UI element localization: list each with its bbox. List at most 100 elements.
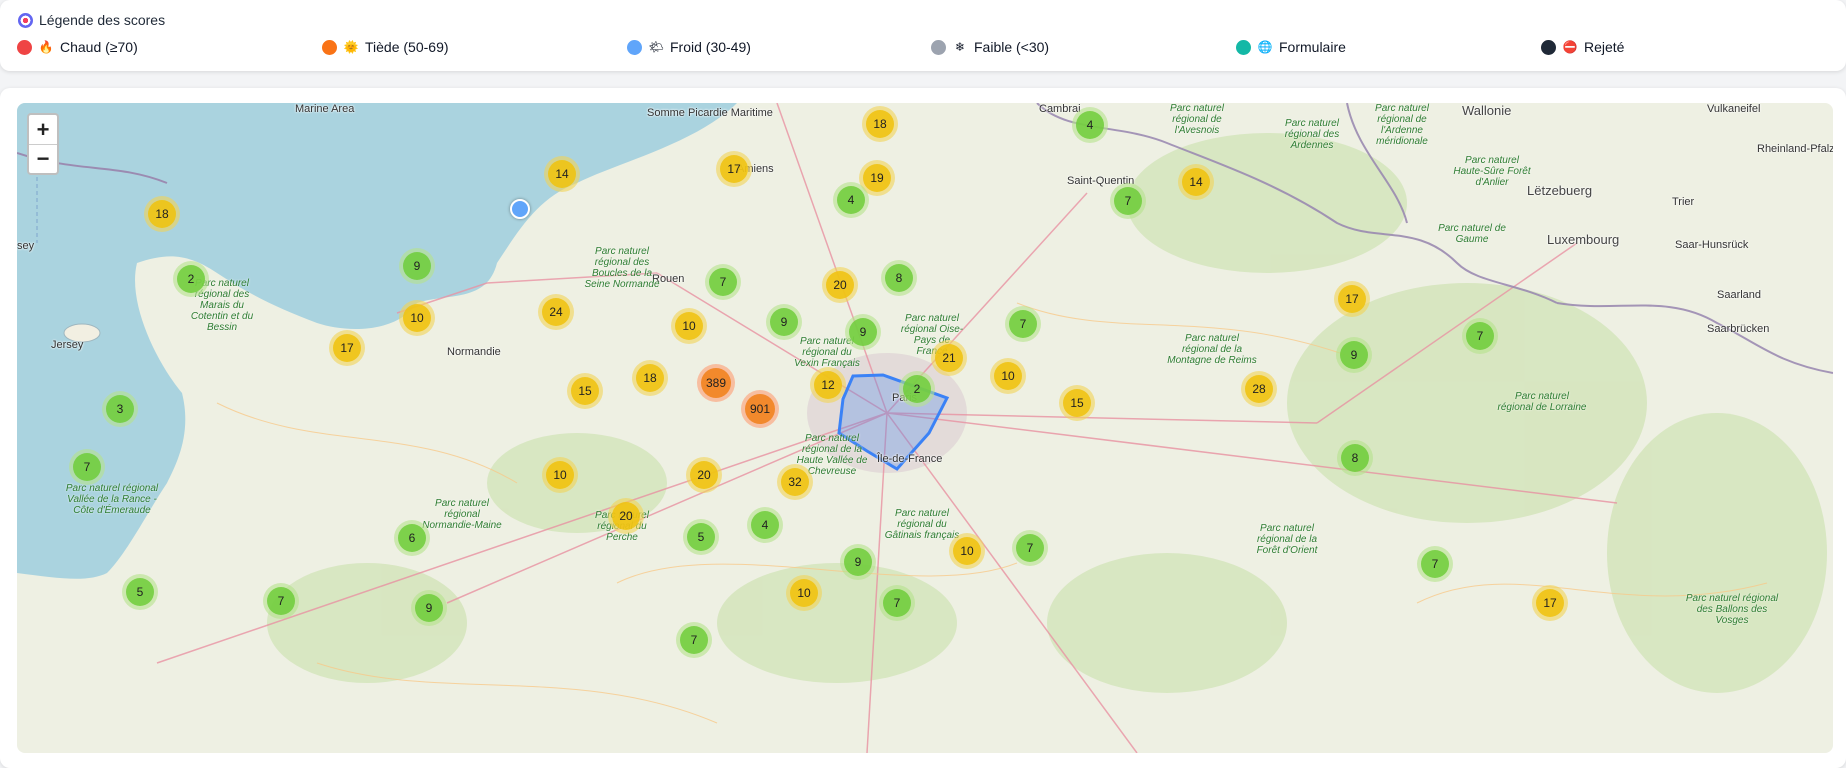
cluster-marker[interactable]: 7 xyxy=(69,449,105,485)
cluster-count: 28 xyxy=(1245,375,1273,403)
cluster-marker[interactable]: 15 xyxy=(567,373,603,409)
cluster-marker[interactable]: 7 xyxy=(1005,306,1041,342)
cluster-marker[interactable]: 389 xyxy=(697,364,735,402)
cluster-marker[interactable]: 28 xyxy=(1241,371,1277,407)
cluster-marker[interactable]: 7 xyxy=(879,585,915,621)
cluster-marker[interactable]: 9 xyxy=(840,544,876,580)
cluster-marker[interactable]: 7 xyxy=(1012,530,1048,566)
cluster-marker[interactable]: 2 xyxy=(173,261,209,297)
cluster-marker[interactable]: 7 xyxy=(1110,183,1146,219)
cluster-marker[interactable]: 14 xyxy=(1178,164,1214,200)
cluster-count: 18 xyxy=(866,110,894,138)
legend-card: Légende des scores 🔥 Chaud (≥70) 🌞 Tiède… xyxy=(0,0,1846,71)
target-icon xyxy=(18,12,33,28)
cluster-marker[interactable]: 17 xyxy=(1532,585,1568,621)
cluster-count: 15 xyxy=(571,377,599,405)
cluster-count: 7 xyxy=(1466,322,1494,350)
cluster-marker[interactable]: 2 xyxy=(899,371,935,407)
cluster-marker[interactable]: 9 xyxy=(399,248,435,284)
cluster-marker[interactable]: 10 xyxy=(399,300,435,336)
cluster-marker[interactable]: 5 xyxy=(122,574,158,610)
cluster-count: 17 xyxy=(1536,589,1564,617)
cluster-marker[interactable]: 7 xyxy=(1462,318,1498,354)
cluster-marker[interactable]: 7 xyxy=(1417,546,1453,582)
cluster-count: 32 xyxy=(781,468,809,496)
cluster-count: 7 xyxy=(73,453,101,481)
legend-label-form: Formulaire xyxy=(1279,39,1346,55)
cluster-marker[interactable]: 10 xyxy=(671,308,707,344)
cluster-count: 10 xyxy=(953,537,981,565)
place-label: Marine Area xyxy=(295,103,355,115)
cluster-count: 4 xyxy=(837,186,865,214)
cluster-count: 18 xyxy=(636,364,664,392)
cluster-marker[interactable]: 17 xyxy=(1334,281,1370,317)
park-label: Parc naturel régional Vallée de la Rance… xyxy=(65,483,159,516)
cluster-count: 6 xyxy=(398,524,426,552)
cluster-marker[interactable]: 4 xyxy=(747,507,783,543)
cluster-marker[interactable]: 3 xyxy=(102,391,138,427)
cluster-marker[interactable]: 9 xyxy=(845,314,881,350)
cluster-count: 7 xyxy=(1421,550,1449,578)
cluster-marker[interactable]: 7 xyxy=(676,622,712,658)
cluster-count: 10 xyxy=(675,312,703,340)
cluster-marker[interactable]: 20 xyxy=(608,498,644,534)
cluster-marker[interactable]: 7 xyxy=(705,264,741,300)
cluster-marker[interactable]: 32 xyxy=(777,464,813,500)
cluster-marker[interactable]: 9 xyxy=(1336,337,1372,373)
cluster-marker[interactable]: 7 xyxy=(263,583,299,619)
park-label: Parc naturel régional de Lorraine xyxy=(1497,391,1587,413)
cluster-marker[interactable]: 10 xyxy=(786,575,822,611)
cluster-marker[interactable]: 10 xyxy=(949,533,985,569)
form-dot xyxy=(1236,39,1251,55)
cluster-marker[interactable]: 8 xyxy=(1337,440,1373,476)
cluster-marker[interactable]: 9 xyxy=(411,590,447,626)
cluster-count: 20 xyxy=(612,502,640,530)
cluster-marker[interactable]: 6 xyxy=(394,520,430,556)
legend-label-low: Faible (<30) xyxy=(974,39,1050,55)
cluster-marker[interactable]: 18 xyxy=(862,106,898,142)
legend-label-cold: Froid (30-49) xyxy=(670,39,751,55)
cluster-marker[interactable]: 20 xyxy=(822,267,858,303)
zoom-in-button[interactable]: + xyxy=(29,115,57,144)
cluster-count: 14 xyxy=(1182,168,1210,196)
cluster-marker[interactable]: 8 xyxy=(881,260,917,296)
cluster-marker[interactable]: 17 xyxy=(329,330,365,366)
cluster-marker[interactable]: 12 xyxy=(810,367,846,403)
fire-icon: 🔥 xyxy=(38,40,54,54)
zoom-out-button[interactable]: − xyxy=(29,144,57,173)
park-label: Parc naturel régional de la Montagne de … xyxy=(1167,333,1257,366)
cluster-marker[interactable]: 21 xyxy=(931,340,967,376)
cluster-marker[interactable]: 4 xyxy=(1072,107,1108,143)
cluster-marker[interactable]: 18 xyxy=(632,360,668,396)
cluster-marker[interactable]: 9 xyxy=(766,304,802,340)
cluster-count: 10 xyxy=(403,304,431,332)
cluster-marker[interactable]: 10 xyxy=(990,358,1026,394)
cluster-count: 21 xyxy=(935,344,963,372)
cluster-marker[interactable]: 24 xyxy=(538,294,574,330)
cluster-marker[interactable]: 4 xyxy=(833,182,869,218)
place-label: Lëtzebuerg xyxy=(1527,183,1593,198)
map-canvas[interactable]: + − Marine Area Somme Picardie Maritime … xyxy=(17,103,1833,753)
cluster-count: 19 xyxy=(863,164,891,192)
lead-marker-cold[interactable] xyxy=(510,199,530,219)
cluster-count: 7 xyxy=(1016,534,1044,562)
cluster-marker[interactable]: 15 xyxy=(1059,385,1095,421)
cluster-count: 5 xyxy=(126,578,154,606)
rejected-dot xyxy=(1541,39,1556,55)
cluster-marker[interactable]: 901 xyxy=(741,390,779,428)
sun-cloud-icon: 🌤 xyxy=(648,40,664,54)
cluster-count: 3 xyxy=(106,395,134,423)
cluster-marker[interactable]: 5 xyxy=(683,519,719,555)
place-label: Jersey xyxy=(51,339,84,351)
place-label: Saar-Hunsrück xyxy=(1675,239,1749,251)
cluster-marker[interactable]: 14 xyxy=(544,156,580,192)
globe-icon: 🌐 xyxy=(1257,40,1273,54)
cluster-marker[interactable]: 10 xyxy=(542,457,578,493)
cluster-count: 12 xyxy=(814,371,842,399)
cluster-count: 7 xyxy=(267,587,295,615)
park-label: Parc naturel régional de la Forêt d'Orie… xyxy=(1256,523,1318,556)
cluster-marker[interactable]: 17 xyxy=(716,151,752,187)
cluster-marker[interactable]: 20 xyxy=(686,457,722,493)
legend-item-form: 🌐 Formulaire xyxy=(1236,39,1346,55)
cluster-marker[interactable]: 18 xyxy=(144,196,180,232)
